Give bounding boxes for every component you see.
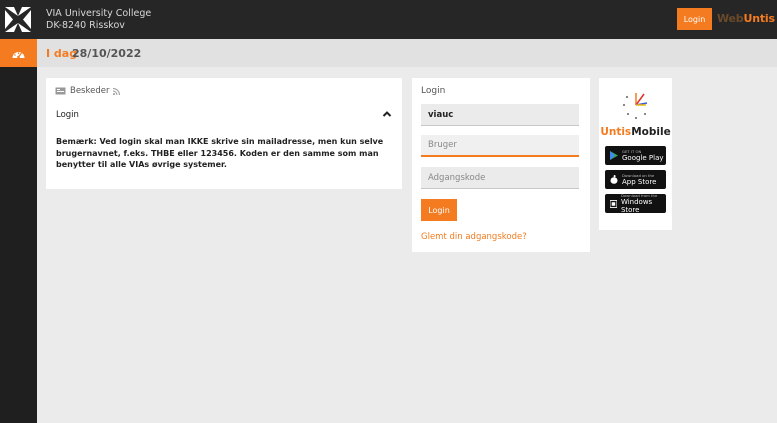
username-field[interactable] (421, 135, 579, 157)
dashboard-icon (12, 51, 25, 58)
login-title: Login (421, 86, 446, 96)
app-store-name: App Store (622, 177, 657, 186)
untis-mobile-title-part1: Untis (600, 126, 632, 138)
windows-store-name: Windows Store (620, 197, 653, 214)
windows-icon (610, 199, 617, 208)
header-login-button[interactable]: Login (677, 8, 712, 30)
apple-icon (610, 175, 618, 184)
messages-title: Beskeder (70, 86, 110, 96)
school-field[interactable] (421, 104, 579, 126)
login-button[interactable]: Login (421, 199, 457, 221)
school-address: DK-8240 Risskov (46, 20, 125, 31)
date-bar: I dag 28/10/2022 (37, 39, 777, 67)
app-store-badge[interactable]: Download on the App Store (605, 170, 666, 189)
untis-mobile-logo-icon (623, 93, 648, 119)
app-store-small: Download on the (622, 172, 655, 178)
collapse-chevron-icon[interactable] (382, 110, 392, 118)
brand-web: Web (717, 12, 744, 25)
top-bar: VIA University College DK-8240 Risskov L… (0, 0, 777, 39)
forgot-password-link[interactable]: Glemt din adgangskode? (421, 232, 527, 242)
untis-mobile-title: UntisMobile (599, 126, 672, 138)
windows-store-badge[interactable]: Download from the Windows Store (605, 193, 666, 214)
message-text: Bemærk: Ved login skal man IKKE skrive s… (56, 137, 384, 169)
login-card: Login Login Glemt din adgangskode? (412, 78, 590, 252)
messages-header: Beskeder (55, 86, 121, 96)
google-play-name: Google Play (622, 153, 664, 162)
messages-icon (55, 87, 66, 95)
message-section-title: Login (56, 110, 79, 120)
untis-mobile-title-part2: Mobile (631, 126, 671, 138)
rss-icon[interactable] (113, 87, 121, 95)
password-field[interactable] (421, 167, 579, 189)
untis-mobile-card: UntisMobile GET IT ON Google Play Downlo… (599, 78, 672, 230)
google-play-icon (610, 151, 618, 160)
brand-untis: Untis (743, 12, 775, 25)
via-logo-icon (5, 7, 31, 32)
webuntis-brand: WebUntis (717, 12, 775, 25)
sidebar-dashboard-button[interactable] (0, 39, 37, 67)
today-date: 28/10/2022 (72, 47, 142, 60)
messages-card: Beskeder Login Bemærk: Ved login skal ma… (46, 78, 402, 189)
sidebar (0, 39, 37, 423)
google-play-badge[interactable]: GET IT ON Google Play (605, 146, 666, 165)
school-info: VIA University College DK-8240 Risskov (46, 8, 151, 32)
school-name: VIA University College (46, 8, 152, 19)
